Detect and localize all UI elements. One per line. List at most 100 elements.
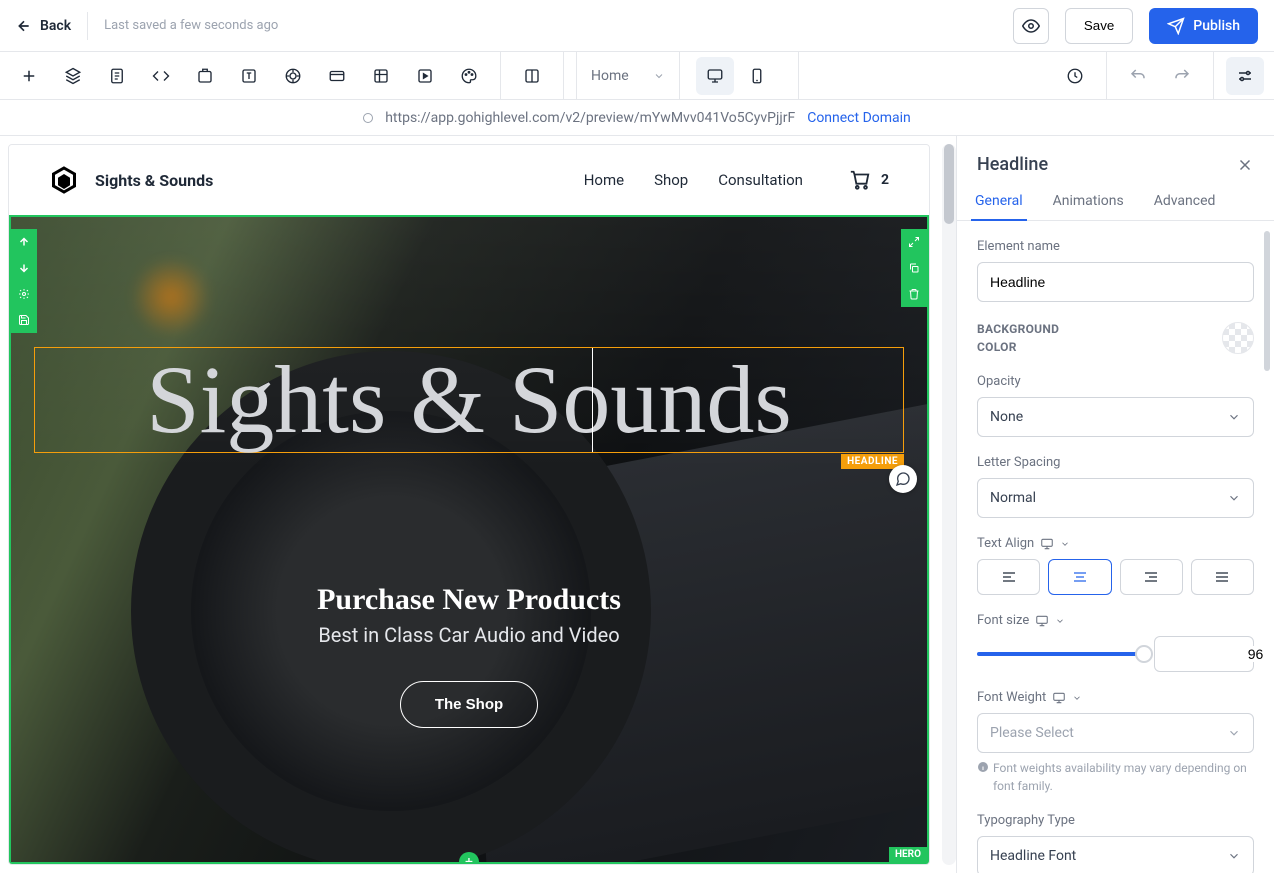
align-right-button[interactable] (1120, 559, 1183, 595)
history-button[interactable] (1056, 57, 1094, 95)
text-button[interactable] (230, 57, 268, 95)
align-left-icon (1001, 569, 1017, 585)
card-icon (328, 67, 346, 85)
redo-icon (1173, 67, 1191, 85)
opacity-select[interactable]: None (977, 397, 1254, 437)
popup-button[interactable] (186, 57, 224, 95)
section-settings-button[interactable] (11, 281, 37, 307)
settings-button[interactable] (1226, 57, 1264, 95)
opacity-label: Opacity (977, 374, 1254, 389)
grid-button[interactable] (362, 57, 400, 95)
save-button[interactable]: Save (1065, 8, 1133, 44)
layers-button[interactable] (54, 57, 92, 95)
expand-button[interactable] (901, 229, 927, 255)
delete-button[interactable] (901, 281, 927, 307)
cart-count: 2 (881, 172, 889, 188)
code-button[interactable] (142, 57, 180, 95)
headline-text[interactable]: Sights & Sounds (35, 348, 903, 452)
play-button[interactable] (406, 57, 444, 95)
letter-spacing-label: Letter Spacing (977, 455, 1254, 470)
panel-scrollbar[interactable] (1262, 221, 1272, 873)
layers-icon (64, 67, 82, 85)
nav-home[interactable]: Home (584, 171, 624, 189)
palette-button[interactable] (450, 57, 488, 95)
panel-close-button[interactable] (1236, 156, 1254, 174)
preview-url: https://app.gohighlevel.com/v2/preview/m… (385, 110, 795, 126)
columns-icon (523, 67, 541, 85)
font-weight-info: Font weights availability may vary depen… (977, 759, 1254, 795)
info-icon (977, 761, 989, 773)
canvas-scrollbar[interactable] (942, 144, 956, 865)
font-size-slider[interactable] (977, 652, 1144, 656)
align-left-button[interactable] (977, 559, 1040, 595)
typography-select[interactable]: Headline Font (977, 836, 1254, 873)
undo-button[interactable] (1119, 57, 1157, 95)
arrow-down-icon (18, 262, 30, 274)
copy-icon (908, 262, 920, 274)
tab-animations[interactable]: Animations (1049, 183, 1128, 220)
bg-color-swatch[interactable] (1222, 322, 1254, 354)
desktop-view-button[interactable] (696, 57, 734, 95)
headline-element[interactable]: Sights & Sounds HEADLINE (34, 347, 904, 453)
site-header: Sights & Sounds Home Shop Consultation 2 (9, 145, 929, 215)
undo-icon (1129, 67, 1147, 85)
tab-general[interactable]: General (971, 183, 1027, 221)
globe-icon (284, 67, 302, 85)
hero-description[interactable]: Best in Class Car Audio and Video (318, 623, 619, 647)
palette-icon (460, 67, 478, 85)
move-up-button[interactable] (11, 229, 37, 255)
text-align-label: Text Align (977, 536, 1034, 551)
hero-cta-button[interactable]: The Shop (400, 681, 538, 728)
canvas[interactable]: Sights & Sounds Home Shop Consultation 2 (8, 144, 930, 865)
clock-icon (1066, 67, 1084, 85)
page-selector[interactable]: Home (576, 52, 680, 100)
sliders-icon (1236, 67, 1254, 85)
hero-subtitle[interactable]: Purchase New Products (317, 583, 621, 617)
element-name-input[interactable] (977, 262, 1254, 302)
eye-icon (1022, 17, 1040, 35)
nav-shop[interactable]: Shop (654, 171, 688, 189)
chevron-down-icon (1227, 849, 1241, 863)
publish-label: Publish (1193, 18, 1240, 34)
panel-title: Headline (977, 154, 1048, 175)
font-size-input[interactable] (1165, 646, 1274, 662)
tab-advanced[interactable]: Advanced (1150, 183, 1220, 220)
redo-button[interactable] (1163, 57, 1201, 95)
align-center-button[interactable] (1048, 559, 1111, 595)
letter-spacing-select[interactable]: Normal (977, 478, 1254, 518)
chat-widget[interactable] (889, 465, 917, 493)
move-down-button[interactable] (11, 255, 37, 281)
align-justify-button[interactable] (1191, 559, 1254, 595)
mobile-view-button[interactable] (738, 57, 776, 95)
split-view-button[interactable] (513, 57, 551, 95)
add-element-button[interactable] (10, 57, 48, 95)
nav-consultation[interactable]: Consultation (718, 171, 803, 189)
mobile-icon (748, 67, 766, 85)
publish-button[interactable]: Publish (1149, 8, 1258, 44)
expand-icon (908, 236, 920, 248)
font-weight-placeholder: Please Select (990, 725, 1074, 741)
chevron-down-icon (1227, 410, 1241, 424)
slider-thumb[interactable] (1135, 645, 1153, 663)
globe-button[interactable] (274, 57, 312, 95)
copy-button[interactable] (901, 255, 927, 281)
align-center-icon (1072, 569, 1088, 585)
chevron-down-icon (1060, 539, 1070, 549)
align-justify-icon (1214, 569, 1230, 585)
back-button[interactable]: Back (16, 18, 71, 34)
chevron-down-icon (1072, 693, 1082, 703)
font-weight-select[interactable]: Please Select (977, 713, 1254, 753)
desktop-icon (1035, 614, 1049, 628)
site-logo-icon (49, 165, 79, 195)
page-label: Home (591, 68, 629, 84)
back-label: Back (40, 18, 71, 34)
saved-status: Last saved a few seconds ago (104, 18, 278, 33)
section-save-button[interactable] (11, 307, 37, 333)
cart-button[interactable]: 2 (849, 169, 889, 191)
preview-button[interactable] (1013, 8, 1049, 44)
card-button[interactable] (318, 57, 356, 95)
document-button[interactable] (98, 57, 136, 95)
hero-section[interactable]: Sights & Sounds HEADLINE Purchase New Pr… (9, 215, 929, 864)
connect-domain-link[interactable]: Connect Domain (807, 110, 911, 126)
section-badge: HERO (889, 847, 927, 862)
